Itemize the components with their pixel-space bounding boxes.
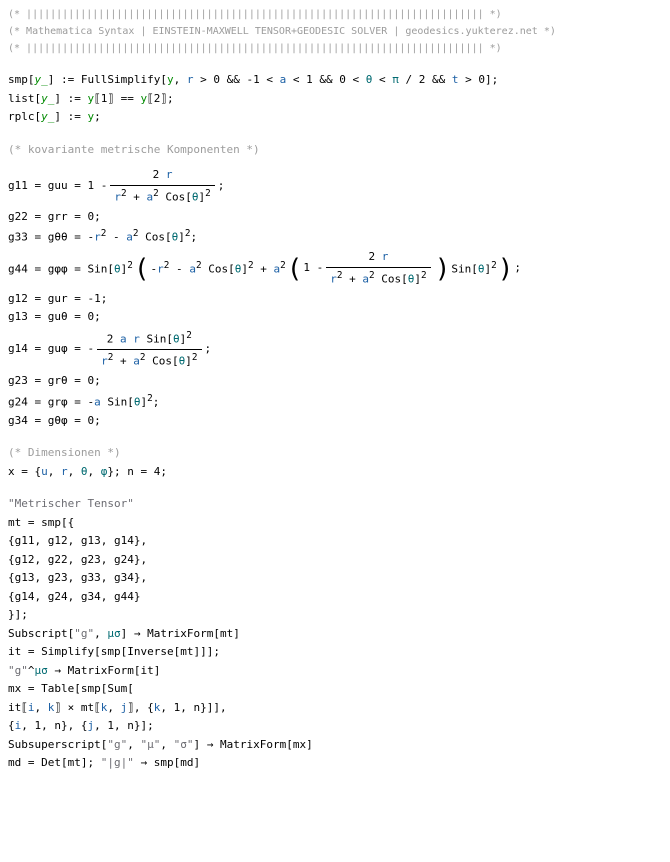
metric-g13: g13 = guθ = 0; (8, 308, 662, 327)
metric-g23: g23 = grθ = 0; (8, 372, 662, 391)
def-mx-body: it⟦i, k⟧ × mt⟦k, j⟧, {k, 1, n}]], (8, 699, 662, 718)
def-x: x = {u, r, θ, φ}; n = 4; (8, 463, 662, 482)
def-mx-open: mx = Table[smp[Sum[ (8, 680, 662, 699)
g-contravariant: "g"^μσ → MatrixForm[it] (8, 662, 662, 681)
metric-g33: g33 = gθθ = -r2 - a2 Cos[θ]2; (8, 226, 662, 247)
comment-dim: (* Dimensionen *) (8, 444, 662, 463)
def-md: md = Det[mt]; "|g|" → smp[md] (8, 754, 662, 773)
metric-g44: g44 = gφφ = Sin[θ]2 ( -r2 - a2 Cos[θ]2 +… (8, 247, 662, 290)
comment-kov: (* kovariante metrische Komponenten *) (8, 141, 662, 160)
metric-g22: g22 = grr = 0; (8, 208, 662, 227)
header-border-bottom: (* |||||||||||||||||||||||||||||||||||||… (8, 40, 662, 57)
def-mt-close: }]; (8, 606, 662, 625)
def-rplc: rplc[y_] := y; (8, 108, 662, 127)
mt-row1: {g11, g12, g13, g14}, (8, 532, 662, 551)
subsuperscript-g: Subsuperscript["g", "μ", "σ"] → MatrixFo… (8, 736, 662, 755)
def-smp: smp[y_] := FullSimplify[y, r > 0 && -1 <… (8, 71, 662, 90)
header-border-top: (* |||||||||||||||||||||||||||||||||||||… (8, 6, 662, 23)
def-mt-open: mt = smp[{ (8, 514, 662, 533)
metric-g34: g34 = gθφ = 0; (8, 412, 662, 431)
metric-g11: g11 = guu = 1 - 2 r r2 + a2 Cos[θ]2 ; (8, 165, 662, 208)
string-metrischer: "Metrischer Tensor" (8, 495, 662, 514)
metric-g24: g24 = grφ = -a Sin[θ]2; (8, 391, 662, 412)
def-list: list[y_] := y⟦1⟧ == y⟦2⟧; (8, 90, 662, 109)
mathematica-notebook: (* |||||||||||||||||||||||||||||||||||||… (0, 0, 670, 787)
def-name: smp (8, 73, 28, 86)
metric-g14: g14 = guφ = - 2 a r Sin[θ]2 r2 + a2 Cos[… (8, 327, 662, 372)
header-title: (* Mathematica Syntax | EINSTEIN-MAXWELL… (8, 23, 662, 40)
metric-g12: g12 = gur = -1; (8, 290, 662, 309)
mt-row2: {g12, g22, g23, g24}, (8, 551, 662, 570)
mt-row3: {g13, g23, g33, g34}, (8, 569, 662, 588)
def-it: it = Simplify[smp[Inverse[mt]]]; (8, 643, 662, 662)
def-mx-close: {i, 1, n}, {j, 1, n}]; (8, 717, 662, 736)
subscript-g: Subscript["g", μσ] → MatrixForm[mt] (8, 625, 662, 644)
mt-row4: {g14, g24, g34, g44} (8, 588, 662, 607)
